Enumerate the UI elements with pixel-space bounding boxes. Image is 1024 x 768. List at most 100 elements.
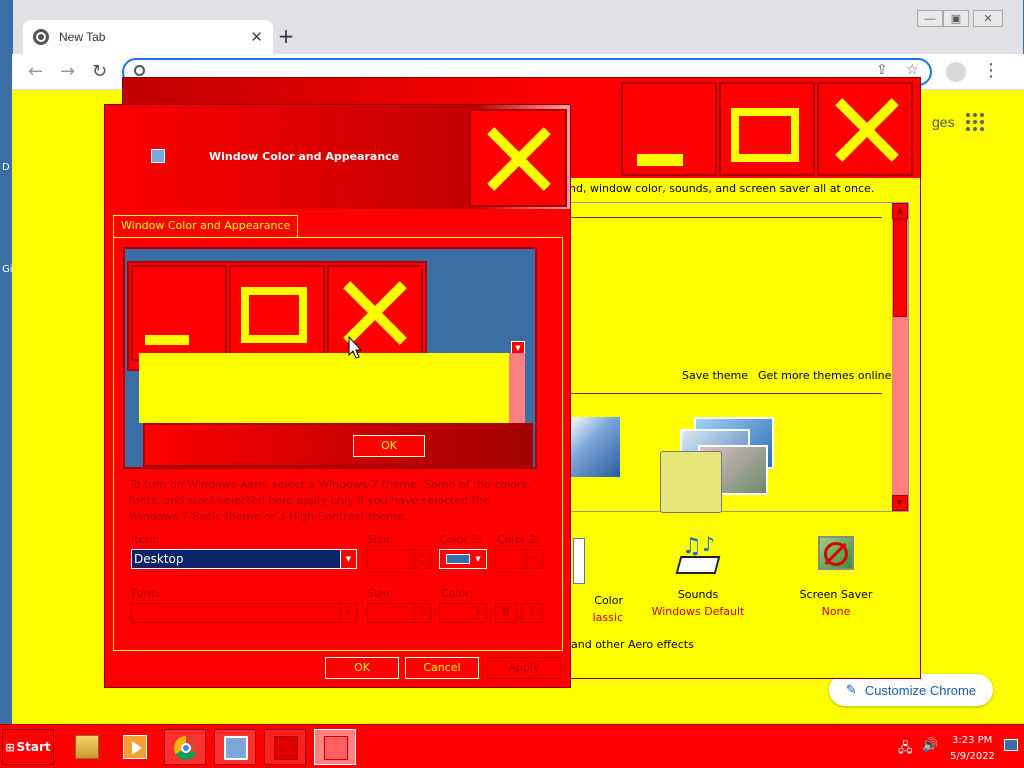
close-window-button[interactable]: ✕ — [973, 10, 1003, 27]
font-dropdown[interactable]: ▼ — [131, 603, 357, 623]
start-button[interactable]: ⊞ Start — [2, 729, 54, 765]
dialog-close-button[interactable] — [469, 109, 567, 207]
minimize-window-button[interactable]: ― — [917, 10, 943, 27]
preview-window-body — [139, 353, 509, 423]
restore-window-button[interactable]: ▣ — [943, 10, 969, 27]
personalization-maximize-button[interactable] — [719, 82, 815, 176]
size-label: Size: — [367, 533, 394, 546]
dialog-titlebar: Window Color and Appearance — [105, 105, 570, 209]
mouse-cursor-icon — [348, 335, 363, 359]
scroll-up-icon[interactable]: ▲ — [892, 203, 908, 219]
chevron-down-icon[interactable]: ▼ — [470, 550, 486, 568]
window-color-icon — [573, 538, 633, 586]
aero-effects-link[interactable]: and other Aero effects — [571, 638, 694, 651]
ok-button[interactable]: OK — [325, 657, 399, 679]
scroll-down-icon[interactable]: ▼ — [892, 495, 908, 511]
pencil-icon: ✎ — [845, 682, 857, 697]
divider — [570, 217, 882, 218]
item-dropdown[interactable]: Desktop ▼ — [131, 549, 357, 569]
theme-list[interactable]: Save theme Get more themes online ▲ ▼ — [569, 202, 909, 513]
theme-thumbnail-selected[interactable] — [658, 415, 778, 513]
sounds-piano-icon: ♫ ♪ — [674, 532, 722, 580]
taskbar-chrome-button[interactable] — [164, 729, 206, 765]
window-icon — [274, 736, 298, 760]
get-more-themes-link[interactable]: Get more themes online — [758, 369, 891, 382]
sounds-item[interactable]: ♫ ♪ Sounds Windows Default — [643, 532, 753, 618]
start-label: Start — [16, 740, 51, 754]
taskbar-media-player-button[interactable] — [114, 729, 156, 765]
taskbar-control-panel-button[interactable] — [214, 729, 256, 765]
bookmark-star-icon[interactable]: ☆ — [906, 62, 919, 78]
chrome-favicon-icon — [33, 29, 49, 45]
personalization-minimize-button[interactable] — [621, 82, 717, 176]
theme-list-scrollbar[interactable]: ▲ ▼ — [892, 203, 908, 511]
spinner-arrows-icon[interactable]: ▲ ▼ — [414, 550, 430, 568]
font-size-dropdown[interactable]: ▼ — [367, 603, 431, 623]
google-apps-icon[interactable] — [966, 113, 984, 131]
tab-close-icon[interactable]: ✕ — [250, 28, 263, 46]
folder-icon — [75, 735, 99, 759]
taskbar-personalization-button[interactable] — [264, 729, 306, 765]
taskbar-explorer-button[interactable] — [66, 729, 108, 765]
new-tab-button[interactable]: + — [275, 26, 297, 48]
appearance-preview[interactable]: ▼ OK — [123, 247, 537, 469]
chevron-down-icon[interactable]: ▼ — [414, 604, 430, 622]
theme-thumbnail[interactable] — [570, 417, 620, 477]
scroll-thumb[interactable] — [893, 219, 907, 317]
show-desktop-icon[interactable] — [1004, 739, 1018, 751]
volume-icon[interactable]: 🔊 — [922, 738, 938, 753]
tab-window-color-appearance[interactable]: Window Color and Appearance — [113, 215, 299, 237]
maximize-icon — [731, 108, 799, 162]
network-icon[interactable]: 🖧 — [898, 739, 913, 761]
system-tray: 🖧 🔊 3:23 PM 5/9/2022 — [888, 729, 1020, 765]
item-dropdown-value: Desktop — [134, 552, 184, 566]
search-icon — [134, 65, 145, 76]
taskbar-window-color-button[interactable] — [314, 729, 356, 765]
font-color-button[interactable]: ▼ — [439, 603, 487, 623]
chevron-down-icon[interactable]: ▼ — [340, 550, 356, 568]
clock-date[interactable]: 5/9/2022 — [950, 751, 995, 762]
desktop-edge-letter-g: Gi — [2, 264, 13, 275]
forward-arrow-icon[interactable]: → — [60, 62, 75, 82]
screen-saver-item[interactable]: Screen Saver None — [781, 532, 891, 618]
reload-icon[interactable]: ↻ — [92, 62, 107, 82]
preview-message-box: OK — [143, 423, 533, 467]
theme-selection-highlight — [660, 451, 722, 513]
chevron-down-icon[interactable]: ▼ — [470, 604, 486, 622]
chevron-down-icon[interactable]: ▼ — [340, 604, 356, 622]
apply-button[interactable]: Apply — [487, 657, 561, 679]
color2-button[interactable]: ▼ — [495, 549, 543, 569]
images-link[interactable]: ges — [932, 114, 955, 130]
screen-saver-icon — [812, 532, 860, 580]
cancel-button[interactable]: Cancel — [405, 657, 479, 679]
chevron-down-icon[interactable]: ▼ — [526, 550, 542, 568]
back-arrow-icon[interactable]: ← — [28, 62, 43, 82]
preview-minimize-button — [131, 265, 227, 361]
minimize-icon — [637, 154, 683, 166]
tab-new-tab[interactable]: New Tab ✕ — [23, 20, 273, 54]
color1-swatch — [446, 554, 470, 564]
clock-time[interactable]: 3:23 PM — [952, 735, 992, 746]
share-icon[interactable]: ⇪ — [876, 62, 888, 78]
taskbar: ⊞ Start 🖧 🔊 3:23 PM 5/9/2022 — [0, 724, 1024, 768]
screen-saver-subtitle: None — [821, 605, 851, 618]
chrome-tab-strip: New Tab ✕ + ― ▣ ✕ — [12, 0, 1024, 54]
bold-toggle[interactable]: B — [495, 603, 517, 623]
color1-label: Color 1: — [439, 533, 482, 546]
preview-maximize-button — [229, 265, 325, 361]
minimize-icon — [145, 335, 189, 345]
chrome-icon — [174, 736, 198, 760]
dialog-title: Window Color and Appearance — [209, 150, 400, 163]
close-icon — [833, 96, 899, 162]
media-player-icon — [123, 735, 147, 759]
font-color-label: Color: — [441, 587, 474, 600]
save-theme-link[interactable]: Save theme — [682, 369, 748, 382]
close-icon — [485, 125, 551, 191]
close-icon — [341, 279, 407, 345]
color1-button[interactable]: ▼ — [439, 549, 487, 569]
personalization-close-button[interactable] — [817, 82, 913, 176]
italic-toggle[interactable]: I — [521, 603, 543, 623]
profile-avatar-icon[interactable] — [946, 62, 966, 82]
item-size-spinner[interactable]: ▲ ▼ — [367, 549, 431, 569]
chrome-menu-icon[interactable]: ⋮ — [982, 60, 1000, 81]
